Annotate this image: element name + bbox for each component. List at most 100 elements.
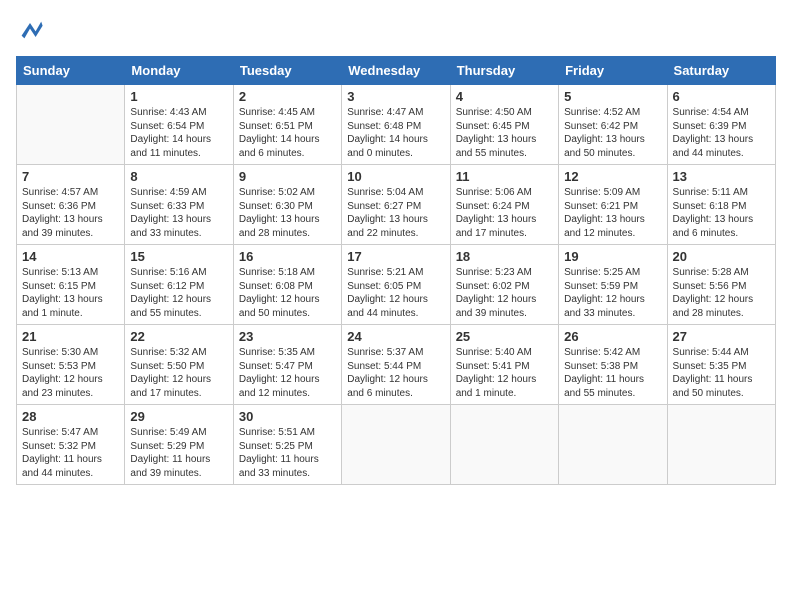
calendar-cell: 5Sunrise: 4:52 AMSunset: 6:42 PMDaylight… <box>559 85 667 165</box>
calendar-cell: 1Sunrise: 4:43 AMSunset: 6:54 PMDaylight… <box>125 85 233 165</box>
cell-date: 9 <box>239 169 336 184</box>
cell-info: Sunrise: 4:50 AMSunset: 6:45 PMDaylight:… <box>456 106 553 160</box>
calendar-cell <box>17 85 125 165</box>
cell-info: Sunrise: 5:23 AMSunset: 6:02 PMDaylight:… <box>456 266 553 320</box>
calendar-cell: 26 Sunrise: 5:42 AMSunset: 5:38 PMDayligh… <box>559 325 667 405</box>
cell-info: Sunrise: 5:42 AMSunset: 5:38 PMDaylight:… <box>564 346 661 400</box>
cell-date: 3 <box>347 89 444 104</box>
calendar-cell: 21 Sunrise: 5:30 AMSunset: 5:53 PMDayligh… <box>17 325 125 405</box>
cell-date: 5 <box>564 89 661 104</box>
cell-date: 4 <box>456 89 553 104</box>
calendar-cell: 13 Sunrise: 5:11 AMSunset: 6:18 PMDayligh… <box>667 165 775 245</box>
day-header-friday: Friday <box>559 57 667 85</box>
cell-info: Sunrise: 5:30 AMSunset: 5:53 PMDaylight:… <box>22 346 119 400</box>
cell-info: Sunrise: 5:18 AMSunset: 6:08 PMDaylight:… <box>239 266 336 320</box>
cell-date: 6 <box>673 89 770 104</box>
cell-date: 22 <box>130 329 227 344</box>
cell-info: Sunrise: 5:37 AMSunset: 5:44 PMDaylight:… <box>347 346 444 400</box>
calendar-cell: 10 Sunrise: 5:04 AMSunset: 6:27 PMDayligh… <box>342 165 450 245</box>
calendar-week-5: 28 Sunrise: 5:47 AMSunset: 5:32 PMDayligh… <box>17 405 776 485</box>
calendar-header: SundayMondayTuesdayWednesdayThursdayFrid… <box>17 57 776 85</box>
calendar-week-4: 21 Sunrise: 5:30 AMSunset: 5:53 PMDayligh… <box>17 325 776 405</box>
cell-info: Sunrise: 5:11 AMSunset: 6:18 PMDaylight:… <box>673 186 770 240</box>
calendar-cell: 7 Sunrise: 4:57 AMSunset: 6:36 PMDaylight… <box>17 165 125 245</box>
cell-info: Sunrise: 4:54 AMSunset: 6:39 PMDaylight:… <box>673 106 770 160</box>
cell-info: Sunrise: 4:47 AMSunset: 6:48 PMDaylight:… <box>347 106 444 160</box>
cell-date: 23 <box>239 329 336 344</box>
calendar-cell <box>559 405 667 485</box>
cell-date: 13 <box>673 169 770 184</box>
calendar-cell: 16 Sunrise: 5:18 AMSunset: 6:08 PMDayligh… <box>233 245 341 325</box>
cell-info: Sunrise: 5:44 AMSunset: 5:35 PMDaylight:… <box>673 346 770 400</box>
calendar-cell: 30 Sunrise: 5:51 AMSunset: 5:25 PMDayligh… <box>233 405 341 485</box>
calendar-cell: 24 Sunrise: 5:37 AMSunset: 5:44 PMDayligh… <box>342 325 450 405</box>
calendar-cell: 4 Sunrise: 4:50 AMSunset: 6:45 PMDaylight… <box>450 85 558 165</box>
cell-date: 7 <box>22 169 119 184</box>
cell-info: Sunrise: 5:13 AMSunset: 6:15 PMDaylight:… <box>22 266 119 320</box>
cell-date: 30 <box>239 409 336 424</box>
day-header-wednesday: Wednesday <box>342 57 450 85</box>
calendar-cell: 19Sunrise: 5:25 AMSunset: 5:59 PMDayligh… <box>559 245 667 325</box>
cell-info: Sunrise: 4:57 AMSunset: 6:36 PMDaylight:… <box>22 186 119 240</box>
calendar-week-1: 1Sunrise: 4:43 AMSunset: 6:54 PMDaylight… <box>17 85 776 165</box>
cell-date: 24 <box>347 329 444 344</box>
cell-info: Sunrise: 5:47 AMSunset: 5:32 PMDaylight:… <box>22 426 119 480</box>
cell-date: 8 <box>130 169 227 184</box>
cell-info: Sunrise: 5:35 AMSunset: 5:47 PMDaylight:… <box>239 346 336 400</box>
cell-date: 20 <box>673 249 770 264</box>
cell-info: Sunrise: 5:16 AMSunset: 6:12 PMDaylight:… <box>130 266 227 320</box>
day-header-row: SundayMondayTuesdayWednesdayThursdayFrid… <box>17 57 776 85</box>
cell-date: 17 <box>347 249 444 264</box>
cell-info: Sunrise: 5:04 AMSunset: 6:27 PMDaylight:… <box>347 186 444 240</box>
calendar-cell: 14 Sunrise: 5:13 AMSunset: 6:15 PMDayligh… <box>17 245 125 325</box>
cell-info: Sunrise: 5:32 AMSunset: 5:50 PMDaylight:… <box>130 346 227 400</box>
calendar-cell <box>450 405 558 485</box>
cell-date: 11 <box>456 169 553 184</box>
cell-info: Sunrise: 5:51 AMSunset: 5:25 PMDaylight:… <box>239 426 336 480</box>
calendar-cell: 17 Sunrise: 5:21 AMSunset: 6:05 PMDayligh… <box>342 245 450 325</box>
calendar-week-3: 14 Sunrise: 5:13 AMSunset: 6:15 PMDayligh… <box>17 245 776 325</box>
logo <box>16 16 48 44</box>
day-header-thursday: Thursday <box>450 57 558 85</box>
calendar-cell: 6 Sunrise: 4:54 AMSunset: 6:39 PMDaylight… <box>667 85 775 165</box>
calendar-cell: 12 Sunrise: 5:09 AMSunset: 6:21 PMDayligh… <box>559 165 667 245</box>
cell-info: Sunrise: 5:21 AMSunset: 6:05 PMDaylight:… <box>347 266 444 320</box>
calendar-cell: 15 Sunrise: 5:16 AMSunset: 6:12 PMDayligh… <box>125 245 233 325</box>
cell-info: Sunrise: 5:40 AMSunset: 5:41 PMDaylight:… <box>456 346 553 400</box>
day-header-monday: Monday <box>125 57 233 85</box>
cell-info: Sunrise: 4:59 AMSunset: 6:33 PMDaylight:… <box>130 186 227 240</box>
cell-info: Sunrise: 5:06 AMSunset: 6:24 PMDaylight:… <box>456 186 553 240</box>
calendar-cell: 23 Sunrise: 5:35 AMSunset: 5:47 PMDayligh… <box>233 325 341 405</box>
calendar-cell: 3 Sunrise: 4:47 AMSunset: 6:48 PMDaylight… <box>342 85 450 165</box>
cell-date: 14 <box>22 249 119 264</box>
cell-date: 26 <box>564 329 661 344</box>
day-header-tuesday: Tuesday <box>233 57 341 85</box>
calendar-cell: 22 Sunrise: 5:32 AMSunset: 5:50 PMDayligh… <box>125 325 233 405</box>
calendar-cell: 27Sunrise: 5:44 AMSunset: 5:35 PMDayligh… <box>667 325 775 405</box>
day-header-sunday: Sunday <box>17 57 125 85</box>
cell-date: 15 <box>130 249 227 264</box>
cell-date: 28 <box>22 409 119 424</box>
calendar-cell: 11 Sunrise: 5:06 AMSunset: 6:24 PMDayligh… <box>450 165 558 245</box>
day-header-saturday: Saturday <box>667 57 775 85</box>
cell-date: 18 <box>456 249 553 264</box>
cell-date: 12 <box>564 169 661 184</box>
calendar-cell <box>342 405 450 485</box>
cell-date: 2 <box>239 89 336 104</box>
cell-info: Sunrise: 5:49 AMSunset: 5:29 PMDaylight:… <box>130 426 227 480</box>
cell-info: Sunrise: 5:02 AMSunset: 6:30 PMDaylight:… <box>239 186 336 240</box>
cell-info: Sunrise: 4:45 AMSunset: 6:51 PMDaylight:… <box>239 106 336 160</box>
cell-info: Sunrise: 5:09 AMSunset: 6:21 PMDaylight:… <box>564 186 661 240</box>
calendar-week-2: 7 Sunrise: 4:57 AMSunset: 6:36 PMDaylight… <box>17 165 776 245</box>
calendar-cell: 29 Sunrise: 5:49 AMSunset: 5:29 PMDayligh… <box>125 405 233 485</box>
calendar-cell <box>667 405 775 485</box>
cell-date: 21 <box>22 329 119 344</box>
calendar-cell: 2 Sunrise: 4:45 AMSunset: 6:51 PMDaylight… <box>233 85 341 165</box>
calendar-body: 1Sunrise: 4:43 AMSunset: 6:54 PMDaylight… <box>17 85 776 485</box>
cell-date: 16 <box>239 249 336 264</box>
cell-info: Sunrise: 5:25 AMSunset: 5:59 PMDaylight:… <box>564 266 661 320</box>
cell-date: 29 <box>130 409 227 424</box>
calendar-cell: 18 Sunrise: 5:23 AMSunset: 6:02 PMDayligh… <box>450 245 558 325</box>
calendar-table: SundayMondayTuesdayWednesdayThursdayFrid… <box>16 56 776 485</box>
cell-date: 10 <box>347 169 444 184</box>
